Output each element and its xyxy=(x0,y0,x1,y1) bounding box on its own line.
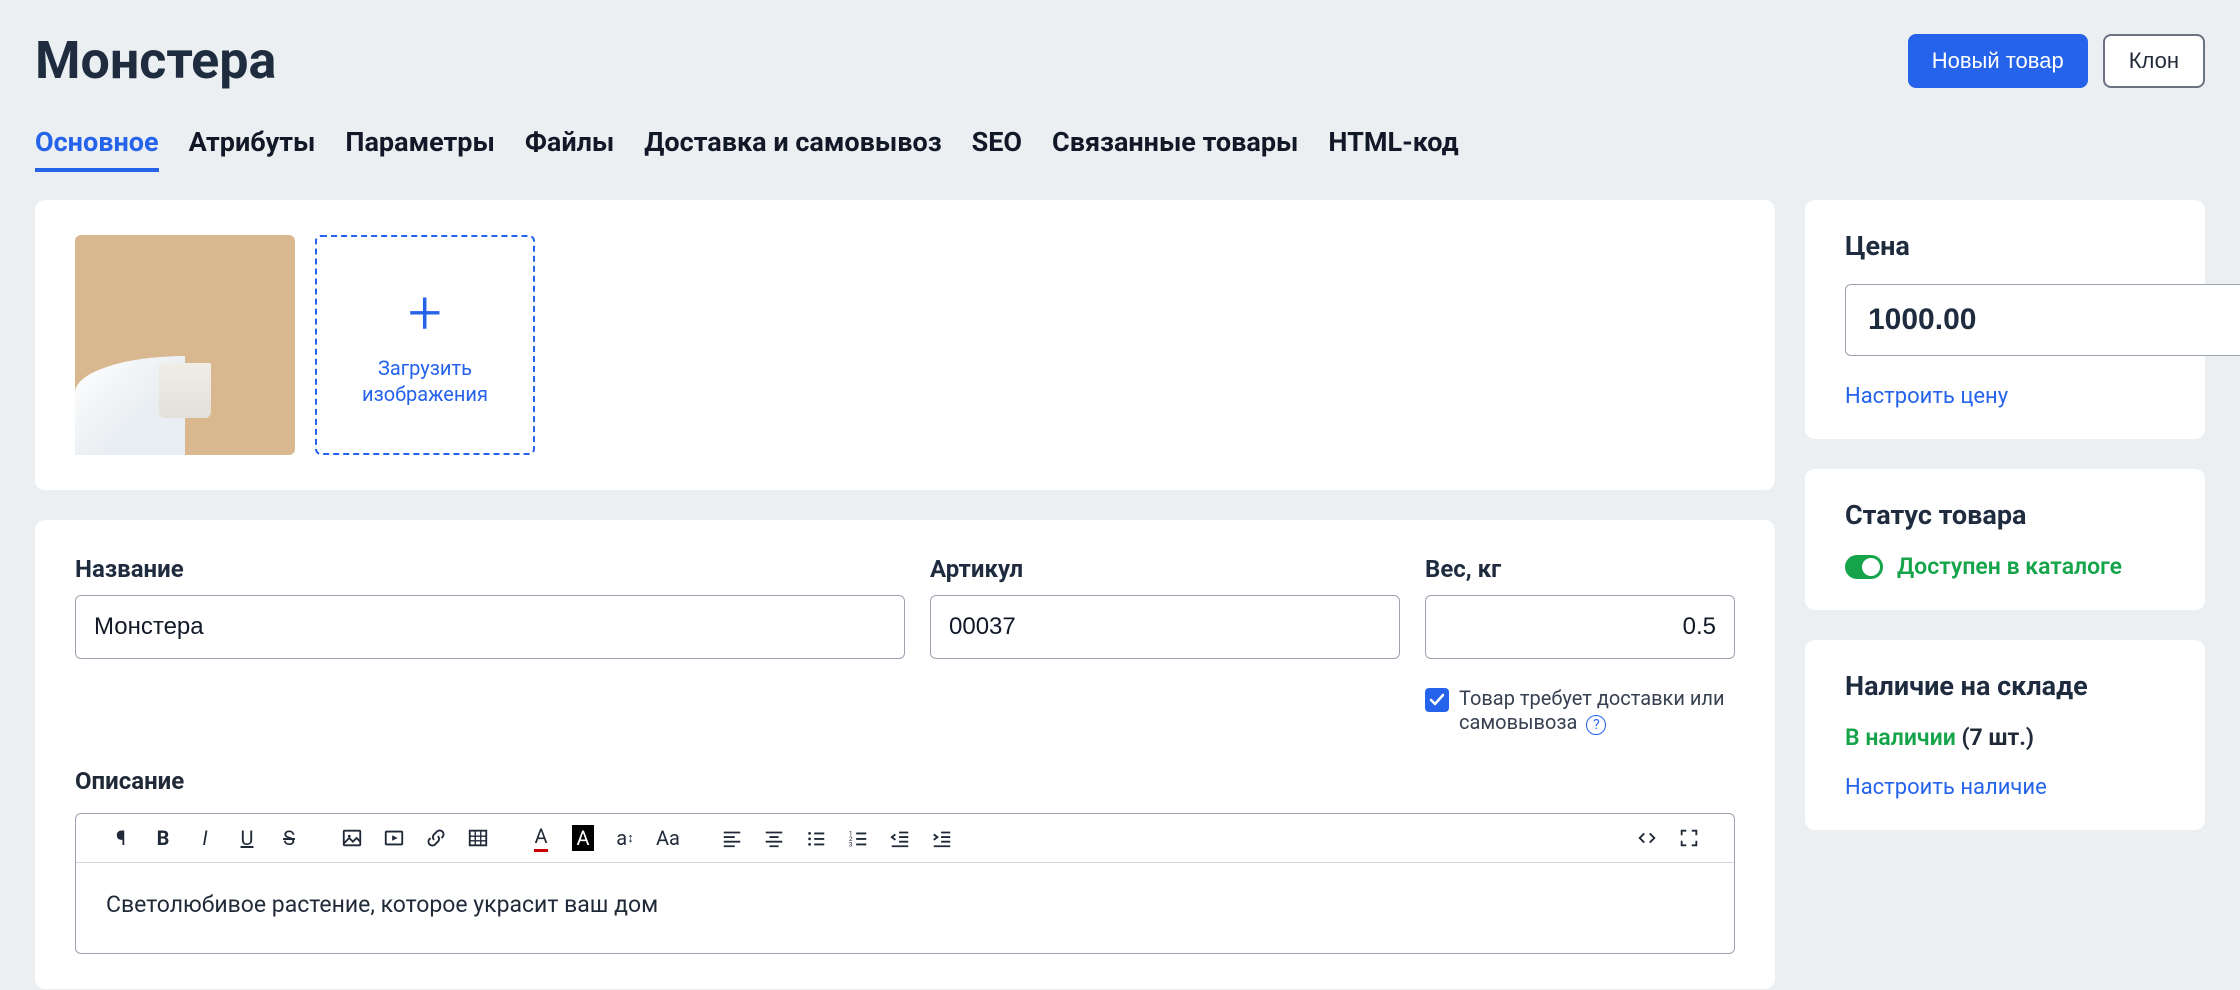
images-card: + Загрузить изображения xyxy=(35,200,1775,490)
upload-images-button[interactable]: + Загрузить изображения xyxy=(315,235,535,455)
outdent-icon[interactable] xyxy=(889,827,911,849)
help-icon[interactable]: ? xyxy=(1586,715,1606,735)
description-textarea[interactable]: Светолюбивое растение, которое украсит в… xyxy=(76,863,1734,953)
align-left-icon[interactable] xyxy=(721,827,743,849)
highlight-icon[interactable]: A xyxy=(572,825,594,851)
price-title: Цена xyxy=(1845,230,2165,262)
align-center-icon[interactable] xyxy=(763,827,785,849)
fullscreen-icon[interactable] xyxy=(1678,827,1700,849)
stock-status: В наличии (7 шт.) xyxy=(1845,724,2165,751)
check-icon xyxy=(1429,692,1445,708)
link-icon[interactable] xyxy=(425,827,447,849)
status-label: Доступен в каталоге xyxy=(1897,553,2122,580)
stock-card: Наличие на складе В наличии (7 шт.) Наст… xyxy=(1805,640,2205,830)
indent-icon[interactable] xyxy=(931,827,953,849)
list-bullet-icon[interactable] xyxy=(805,827,827,849)
tab-main[interactable]: Основное xyxy=(35,126,159,172)
bold-icon[interactable]: B xyxy=(152,826,174,850)
sku-label: Артикул xyxy=(930,555,1400,583)
editor-toolbar: ¶ B I U S A xyxy=(76,814,1734,863)
delivery-checkbox[interactable] xyxy=(1425,688,1449,712)
price-input[interactable] xyxy=(1845,284,2240,356)
tab-files[interactable]: Файлы xyxy=(525,126,614,172)
strikethrough-icon[interactable]: S xyxy=(278,826,300,850)
sku-input[interactable] xyxy=(930,595,1400,659)
list-numbered-icon[interactable]: 123 xyxy=(847,827,869,849)
description-label: Описание xyxy=(75,767,1735,795)
tab-delivery[interactable]: Доставка и самовывоз xyxy=(644,126,941,172)
delivery-checkbox-label: Товар требует доставки или самовывоза ? xyxy=(1459,686,1735,735)
font-size-icon[interactable]: a↕ xyxy=(614,826,636,850)
text-case-icon[interactable]: Aa xyxy=(656,826,680,850)
tab-related[interactable]: Связанные товары xyxy=(1052,126,1298,172)
svg-text:3: 3 xyxy=(849,840,853,848)
new-product-button[interactable]: Новый товар xyxy=(1908,34,2088,88)
underline-icon[interactable]: U xyxy=(236,826,258,850)
italic-icon[interactable]: I xyxy=(194,826,216,850)
main-form-card: Название Артикул Вес, кг Товар т xyxy=(35,520,1775,989)
configure-stock-link[interactable]: Настроить наличие xyxy=(1845,775,2047,800)
stock-title: Наличие на складе xyxy=(1845,670,2165,702)
description-editor: ¶ B I U S A xyxy=(75,813,1735,954)
name-label: Название xyxy=(75,555,905,583)
tab-html[interactable]: HTML-код xyxy=(1328,126,1458,172)
image-icon[interactable] xyxy=(341,827,363,849)
name-input[interactable] xyxy=(75,595,905,659)
code-view-icon[interactable] xyxy=(1636,827,1658,849)
clone-button[interactable]: Клон xyxy=(2103,34,2205,88)
upload-label: Загрузить изображения xyxy=(317,355,533,407)
tab-seo[interactable]: SEO xyxy=(972,126,1022,172)
video-icon[interactable] xyxy=(383,827,405,849)
configure-price-link[interactable]: Настроить цену xyxy=(1845,384,2008,409)
weight-input[interactable] xyxy=(1425,595,1735,659)
plus-icon: + xyxy=(408,283,442,343)
tabs: Основное Атрибуты Параметры Файлы Достав… xyxy=(35,126,2205,172)
product-image-thumbnail[interactable] xyxy=(75,235,295,455)
text-color-icon[interactable]: A xyxy=(530,824,552,852)
price-card: Цена ₽ Настроить цену xyxy=(1805,200,2205,439)
page-title: Монстера xyxy=(35,30,276,91)
status-title: Статус товара xyxy=(1845,499,2165,531)
status-card: Статус товара Доступен в каталоге xyxy=(1805,469,2205,610)
weight-label: Вес, кг xyxy=(1425,555,1735,583)
tab-parameters[interactable]: Параметры xyxy=(345,126,494,172)
tab-attributes[interactable]: Атрибуты xyxy=(189,126,316,172)
status-toggle[interactable] xyxy=(1845,555,1883,579)
paragraph-icon[interactable]: ¶ xyxy=(110,826,132,850)
table-icon[interactable] xyxy=(467,827,489,849)
